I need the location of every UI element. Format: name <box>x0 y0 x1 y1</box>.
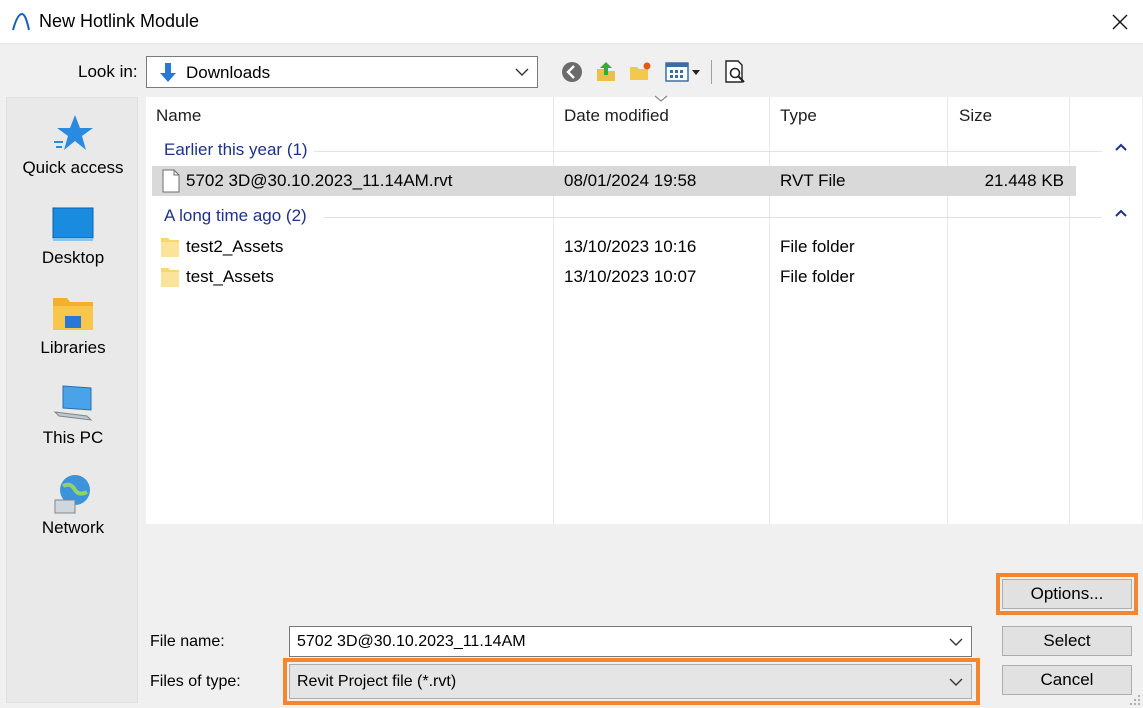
place-label: This PC <box>42 428 104 447</box>
preview-button[interactable] <box>720 58 750 86</box>
look-in-label: Look in: <box>78 62 138 81</box>
file-type: RVT File <box>780 171 846 190</box>
new-folder-icon <box>630 62 651 80</box>
chevron-up-icon[interactable] <box>1114 142 1128 152</box>
cancel-button-label: Cancel <box>1040 670 1094 689</box>
files-of-type-value: Revit Project file (*.rvt) <box>297 673 457 690</box>
file-name-label: File name: <box>150 633 225 650</box>
group-title: Earlier this year (1) <box>164 140 314 160</box>
file-icon <box>162 169 180 193</box>
file-list[interactable]: Name Date modified Type Size Earlier thi… <box>146 95 1142 524</box>
place-this-pc[interactable]: This PC <box>7 382 139 448</box>
look-in-combo[interactable]: Downloads <box>146 56 538 88</box>
group-header[interactable]: A long time ago (2) <box>146 204 1142 228</box>
resize-grip-icon[interactable] <box>1129 694 1141 706</box>
downloads-icon <box>160 63 176 82</box>
up-one-level-button[interactable] <box>592 58 620 86</box>
chevron-down-icon <box>515 68 529 76</box>
file-name-value: 5702 3D@30.10.2023_11.14AM <box>297 633 526 650</box>
place-label: Desktop <box>41 248 105 267</box>
file-name: 5702 3D@30.10.2023_11.14AM.rvt <box>186 171 453 190</box>
column-header-date[interactable]: Date modified <box>564 106 669 126</box>
file-name-input[interactable]: 5702 3D@30.10.2023_11.14AM <box>289 626 972 657</box>
file-size: 21.448 KB <box>984 171 1064 190</box>
file-row[interactable]: 5702 3D@30.10.2023_11.14AM.rvt 08/01/202… <box>152 166 1076 196</box>
file-type: File folder <box>780 237 855 256</box>
column-header-size[interactable]: Size <box>959 106 992 126</box>
file-name: test_Assets <box>186 267 274 286</box>
file-row[interactable]: test2_Assets 13/10/2023 10:16 File folde… <box>146 232 1142 262</box>
file-type: File folder <box>780 267 855 286</box>
up-folder-icon <box>597 62 615 81</box>
preview-icon <box>725 60 745 83</box>
select-button-label: Select <box>1043 631 1091 650</box>
options-button-label: Options... <box>1030 584 1104 603</box>
sort-caret-icon <box>654 95 668 102</box>
back-button[interactable] <box>558 58 586 86</box>
column-header-type[interactable]: Type <box>780 106 817 126</box>
view-menu-button[interactable] <box>662 58 704 86</box>
view-menu-icon <box>665 62 700 82</box>
place-quick-access[interactable]: Quick access <box>7 112 139 178</box>
column-header-name[interactable]: Name <box>156 106 201 126</box>
options-button[interactable]: Options... <box>1002 579 1132 609</box>
file-name: test2_Assets <box>186 237 284 256</box>
place-network[interactable]: Network <box>7 472 139 538</box>
cancel-button[interactable]: Cancel <box>1002 665 1132 695</box>
chevron-down-icon <box>949 678 963 686</box>
place-label: Network <box>41 518 105 537</box>
file-date: 08/01/2024 19:58 <box>564 171 697 190</box>
select-button[interactable]: Select <box>1002 626 1132 656</box>
quick-access-star-icon <box>54 115 93 150</box>
toolbar-separator <box>711 60 712 84</box>
look-in-value: Downloads <box>186 63 271 82</box>
app-icon <box>12 12 30 31</box>
place-label: Libraries <box>40 338 106 357</box>
files-of-type-label: Files of type: <box>150 673 241 690</box>
new-folder-button[interactable] <box>626 58 654 86</box>
place-libraries[interactable]: Libraries <box>7 292 139 358</box>
this-pc-icon <box>53 385 93 421</box>
folder-icon <box>161 268 179 287</box>
group-divider-line <box>306 151 1102 152</box>
group-header[interactable]: Earlier this year (1) <box>146 138 1142 162</box>
network-icon <box>54 475 90 514</box>
place-desktop[interactable]: Desktop <box>7 202 139 268</box>
back-arrow-icon <box>562 62 582 82</box>
file-row[interactable]: test_Assets 13/10/2023 10:07 File folder <box>146 262 1142 292</box>
file-date: 13/10/2023 10:07 <box>564 267 697 286</box>
libraries-icon <box>53 298 93 330</box>
folder-icon <box>161 238 179 257</box>
desktop-icon <box>52 207 94 241</box>
close-icon <box>1112 14 1128 30</box>
file-date: 13/10/2023 10:16 <box>564 237 697 256</box>
window-title: New Hotlink Module <box>39 11 200 31</box>
place-label: Quick access <box>22 158 124 177</box>
chevron-down-icon[interactable] <box>949 637 963 647</box>
files-of-type-select[interactable]: Revit Project file (*.rvt) <box>289 664 972 699</box>
chevron-up-icon[interactable] <box>1114 208 1128 218</box>
places-bar: Quick access Desktop Libraries This PC N… <box>6 97 138 703</box>
title-bar: New Hotlink Module <box>0 0 1143 44</box>
group-divider-line <box>324 217 1102 218</box>
group-title: A long time ago (2) <box>164 206 313 226</box>
close-button[interactable] <box>1097 0 1143 44</box>
